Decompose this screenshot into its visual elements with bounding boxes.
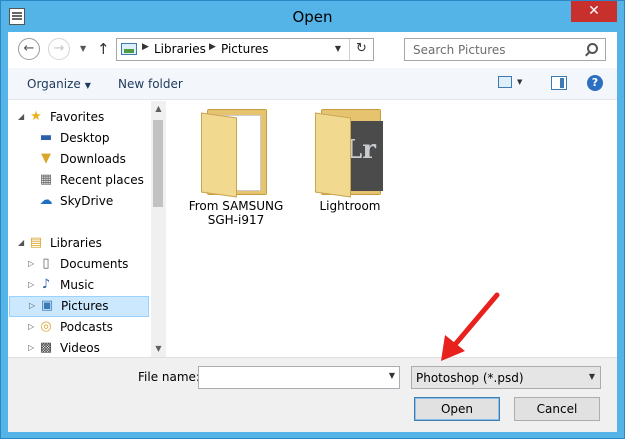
desktop-icon: ▬ — [39, 130, 53, 145]
tree-libraries-label: Libraries — [50, 236, 102, 250]
tree-item-skydrive[interactable]: ☁ SkyDrive — [8, 191, 148, 212]
organize-button[interactable]: Organize ▼ — [27, 77, 91, 91]
expanded-arrow-icon[interactable]: ◢ — [18, 238, 24, 247]
videos-icon: ▩ — [39, 340, 53, 355]
navigation-bar: ← → ▼ ↑ ▶ Libraries ▶ Pictures ▼ ↻ Searc… — [8, 32, 617, 68]
scroll-thumb[interactable] — [153, 120, 163, 207]
back-arrow-icon: ← — [23, 41, 35, 56]
view-options-dropdown-icon[interactable]: ▼ — [517, 78, 522, 86]
folder-label: From SAMSUNG SGH-i917 — [186, 199, 286, 227]
collapsed-arrow-icon[interactable]: ▷ — [28, 259, 34, 268]
back-button[interactable]: ← — [18, 38, 40, 60]
file-name-combobox[interactable]: ▼ — [198, 366, 400, 389]
file-name-label: File name: — [138, 370, 200, 384]
forward-arrow-icon: → — [53, 41, 65, 56]
music-icon: ♪ — [41, 277, 51, 292]
chevron-down-icon: ▼ — [84, 81, 91, 90]
tree-item-label: Music — [60, 278, 95, 292]
preview-pane-icon[interactable] — [551, 76, 567, 90]
change-view-icon[interactable] — [498, 76, 512, 88]
collapsed-arrow-icon[interactable]: ▷ — [28, 322, 34, 331]
folder-label: Lightroom — [300, 199, 400, 213]
folder-icon: Lr — [315, 109, 385, 198]
tree-item-label: Videos — [60, 341, 100, 355]
tree-libraries[interactable]: ◢ ▤ Libraries — [8, 233, 148, 254]
tree-item-label: Podcasts — [60, 320, 113, 334]
nav-pane-scrollbar[interactable]: ▲ ▼ — [151, 101, 166, 357]
scroll-up-icon[interactable]: ▲ — [151, 101, 166, 117]
navigation-pane: ◢ ★ Favorites ▬ Desktop ▼ Downloads ▦ Re… — [8, 101, 166, 357]
tree-item-pictures[interactable]: ▷ ▣ Pictures — [9, 296, 149, 317]
organize-label: Organize — [27, 77, 81, 91]
search-icon — [587, 43, 598, 54]
window-title: Open — [292, 8, 333, 26]
podcasts-icon: ◎ — [40, 319, 52, 334]
downloads-icon: ▼ — [41, 151, 51, 166]
command-toolbar: Organize ▼ New folder ▼ ? — [8, 68, 617, 100]
folder-icon — [201, 109, 271, 198]
tree-item-label: Downloads — [60, 152, 126, 166]
file-list: From SAMSUNG SGH-i917 Lr Lightroom — [166, 101, 617, 357]
breadcrumb-separator-icon[interactable]: ▶ — [142, 42, 149, 52]
tree-item-downloads[interactable]: ▼ Downloads — [8, 149, 148, 170]
scroll-down-icon[interactable]: ▼ — [151, 341, 166, 357]
tree-item-label: Recent places — [60, 173, 144, 187]
cancel-button[interactable]: Cancel — [514, 397, 600, 421]
tree-item-music[interactable]: ▷ ♪ Music — [8, 275, 148, 296]
forward-button[interactable]: → — [48, 38, 70, 60]
refresh-button[interactable]: ↻ — [349, 39, 373, 60]
cloud-icon: ☁ — [39, 193, 53, 208]
folder-label-line: SGH-i917 — [207, 213, 265, 227]
expanded-arrow-icon[interactable]: ◢ — [18, 112, 24, 121]
tree-item-label: SkyDrive — [60, 194, 114, 208]
chevron-down-icon[interactable]: ▼ — [589, 372, 595, 381]
pictures-library-icon — [121, 43, 137, 55]
tree-item-desktop[interactable]: ▬ Desktop — [8, 128, 148, 149]
breadcrumb-separator-icon[interactable]: ▶ — [209, 42, 216, 52]
recent-places-icon: ▦ — [39, 172, 53, 187]
file-selection-panel: File name: ▼ Photoshop (*.psd) ▼ Open Ca… — [8, 357, 617, 432]
address-dropdown-icon[interactable]: ▼ — [335, 44, 341, 53]
dialog-client-area: ← → ▼ ↑ ▶ Libraries ▶ Pictures ▼ ↻ Searc… — [8, 32, 617, 432]
title-bar[interactable]: Open ✕ — [1, 1, 624, 32]
tree-item-label: Desktop — [60, 131, 110, 145]
breadcrumb-pictures[interactable]: Pictures — [221, 42, 269, 56]
libraries-icon: ▤ — [29, 235, 43, 250]
refresh-icon: ↻ — [356, 41, 367, 56]
collapsed-arrow-icon[interactable]: ▷ — [29, 301, 35, 310]
tree-item-recent-places[interactable]: ▦ Recent places — [8, 170, 148, 191]
breadcrumb-libraries[interactable]: Libraries — [154, 42, 206, 56]
open-button[interactable]: Open — [414, 397, 500, 421]
tree-item-videos[interactable]: ▷ ▩ Videos — [8, 338, 148, 357]
folder-item[interactable]: Lr Lightroom — [300, 109, 400, 213]
address-bar[interactable]: ▶ Libraries ▶ Pictures ▼ ↻ — [116, 38, 374, 61]
close-button[interactable]: ✕ — [571, 1, 617, 22]
open-dialog-window: Open ✕ ← → ▼ ↑ ▶ Libraries ▶ Pictures ▼ — [0, 0, 625, 439]
search-placeholder: Search Pictures — [413, 43, 506, 57]
file-type-select[interactable]: Photoshop (*.psd) ▼ — [411, 366, 601, 389]
help-icon[interactable]: ? — [587, 75, 603, 91]
tree-favorites[interactable]: ◢ ★ Favorites — [8, 107, 148, 128]
folder-label-line: From SAMSUNG — [188, 199, 284, 213]
tree-item-podcasts[interactable]: ▷ ◎ Podcasts — [8, 317, 148, 338]
pictures-icon: ▣ — [40, 298, 54, 313]
up-button[interactable]: ↑ — [97, 40, 110, 58]
recent-locations-dropdown[interactable]: ▼ — [80, 44, 86, 53]
tree-item-label: Documents — [60, 257, 129, 271]
search-box[interactable]: Search Pictures — [404, 38, 606, 61]
tree-favorites-label: Favorites — [50, 110, 105, 124]
star-icon: ★ — [30, 109, 42, 124]
new-folder-button[interactable]: New folder — [118, 77, 183, 91]
tree-item-label: Pictures — [61, 299, 109, 313]
tree-item-documents[interactable]: ▷ ▯ Documents — [8, 254, 148, 275]
folder-item[interactable]: From SAMSUNG SGH-i917 — [186, 109, 286, 227]
up-arrow-icon: ↑ — [97, 40, 110, 58]
folder-label-line: Lightroom — [319, 199, 381, 213]
file-type-value: Photoshop (*.psd) — [416, 371, 524, 385]
collapsed-arrow-icon[interactable]: ▷ — [28, 343, 34, 352]
documents-icon: ▯ — [42, 256, 50, 271]
chevron-down-icon[interactable]: ▼ — [389, 371, 395, 380]
collapsed-arrow-icon[interactable]: ▷ — [28, 280, 34, 289]
